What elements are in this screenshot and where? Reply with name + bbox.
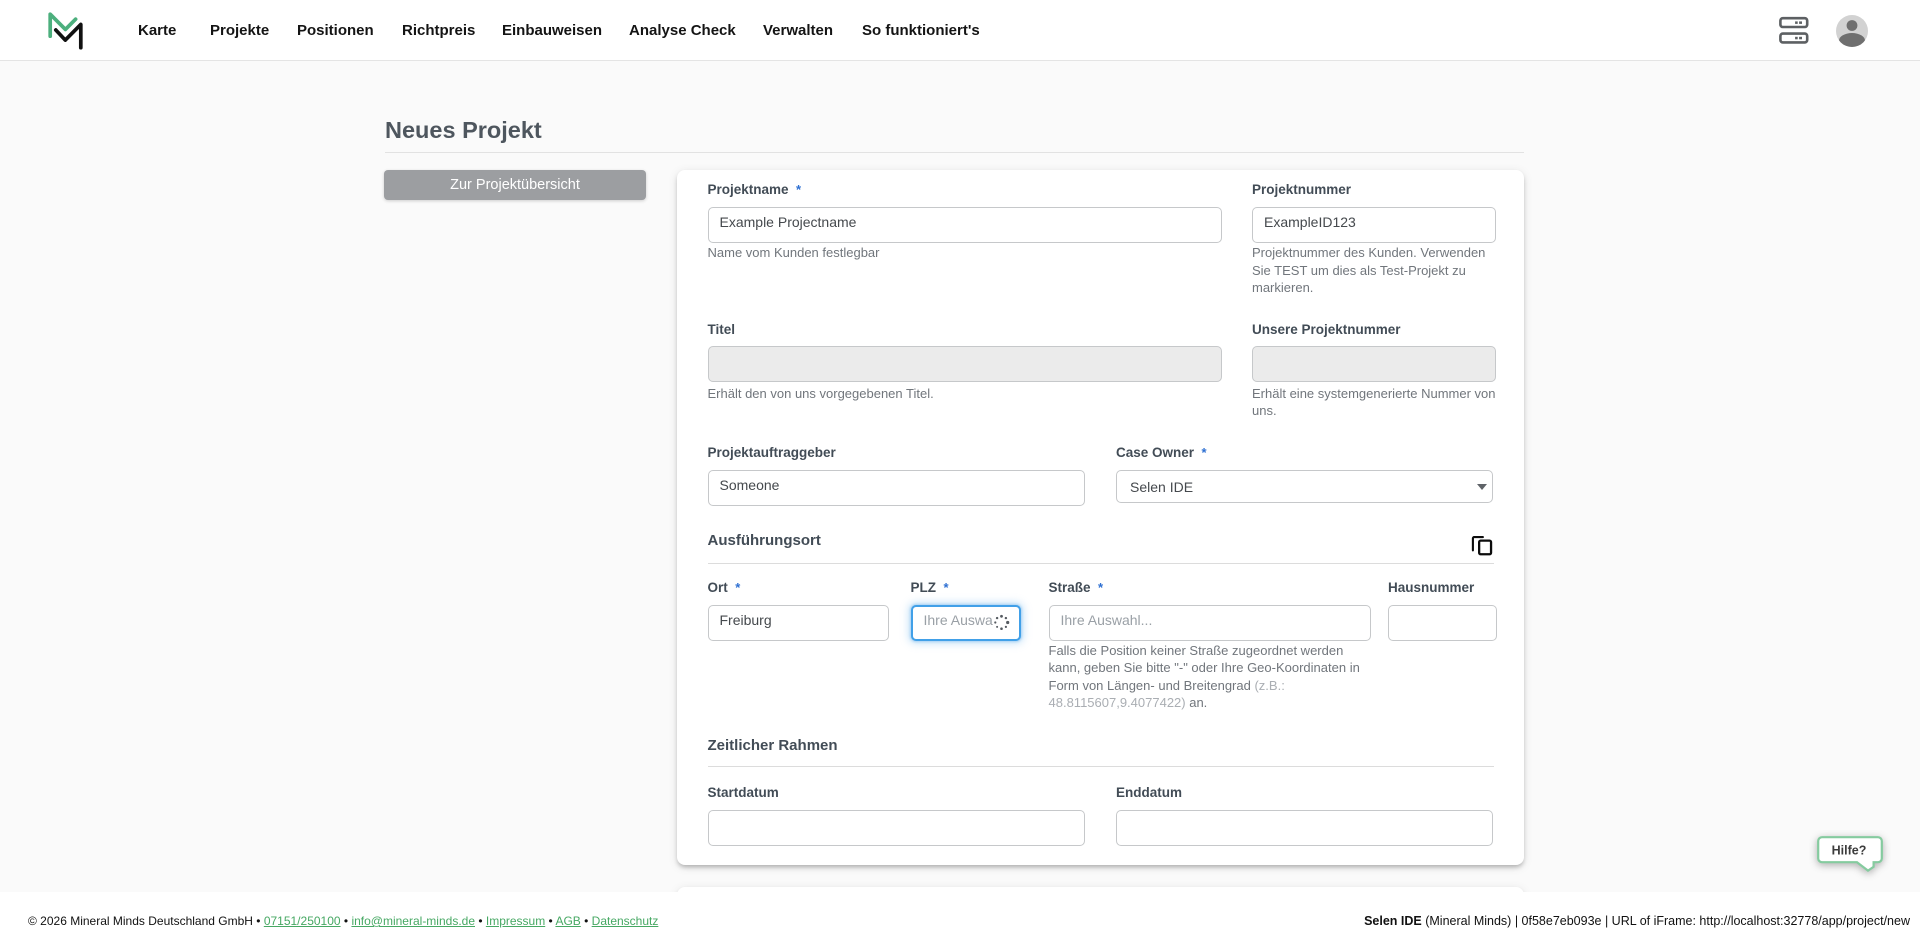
svg-text:Hilfe?: Hilfe?: [1832, 844, 1867, 858]
